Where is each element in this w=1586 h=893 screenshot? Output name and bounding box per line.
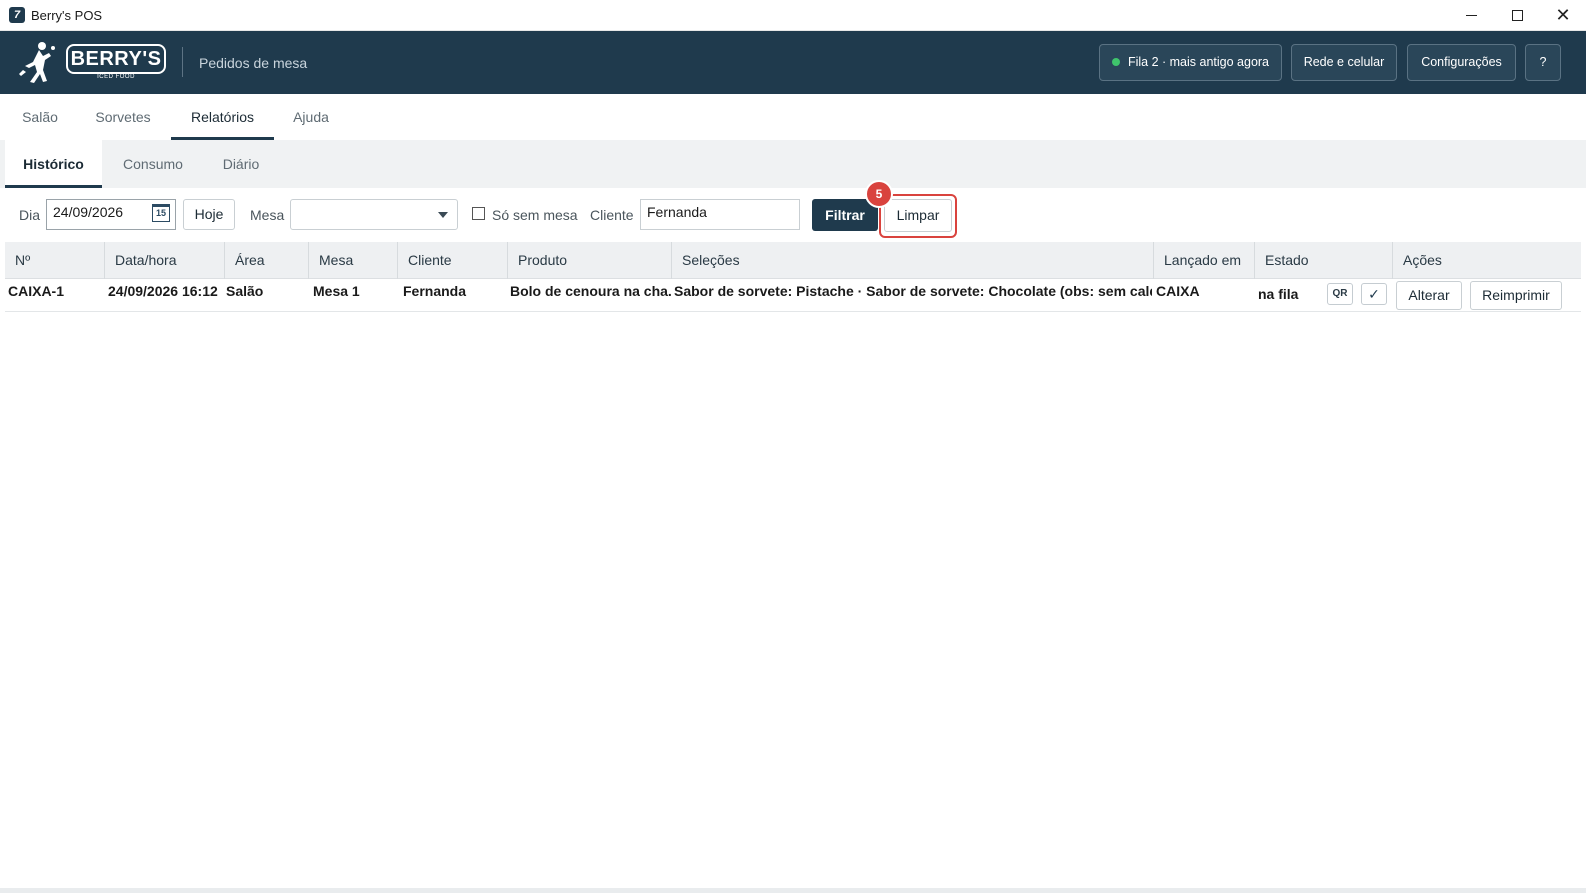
cell-lancado-em: CAIXA xyxy=(1156,283,1200,299)
table-header: Nº Data/hora Área Mesa Cliente Produto S… xyxy=(5,242,1581,279)
client-label: Cliente xyxy=(590,207,634,223)
calendar-icon[interactable]: 15 xyxy=(152,204,170,222)
column-header-estado[interactable]: Estado xyxy=(1254,242,1392,279)
window-title: Berry's POS xyxy=(31,8,103,23)
subtab-historico[interactable]: Histórico xyxy=(5,140,102,188)
brand-logo-subtext: ICED FOOD xyxy=(97,74,135,80)
window-titlebar: 7 Berry's POS ✕ xyxy=(0,0,1586,31)
subtab-label: Consumo xyxy=(123,156,183,172)
minimize-icon xyxy=(1465,15,1477,17)
subtab-label: Histórico xyxy=(23,156,84,172)
cell-area: Salão xyxy=(226,283,264,299)
column-header-selecoes[interactable]: Seleções xyxy=(671,242,1153,279)
column-header-cliente[interactable]: Cliente xyxy=(397,242,507,279)
day-label: Dia xyxy=(19,207,41,223)
cell-produto: Bolo de cenoura na cha... xyxy=(510,283,672,299)
column-header-lancado-em[interactable]: Lançado em xyxy=(1153,242,1254,279)
tab-label: Salão xyxy=(22,109,58,125)
tab-ajuda[interactable]: Ajuda xyxy=(282,94,340,140)
minimize-button[interactable] xyxy=(1448,0,1494,31)
clear-button[interactable]: Limpar xyxy=(884,199,952,232)
tab-label: Sorvetes xyxy=(95,109,151,125)
table-row[interactable]: CAIXA-1 24/09/2026 16:12 Salão Mesa 1 Fe… xyxy=(5,279,1581,312)
queue-status-label: Fila 2 · mais antigo agora xyxy=(1127,55,1270,69)
client-input[interactable]: Fernanda xyxy=(640,199,800,230)
tab-salao[interactable]: Salão xyxy=(10,94,70,140)
main-tabs: Salão Sorvetes Relatórios Ajuda xyxy=(0,94,1586,140)
maximize-button[interactable] xyxy=(1494,0,1540,31)
cell-cliente: Fernanda xyxy=(403,283,467,299)
cell-selecoes: Sabor de sorvete: Pistache · Sabor de so… xyxy=(674,283,1152,299)
tab-relatorios[interactable]: Relatórios xyxy=(171,94,274,140)
column-header-area[interactable]: Área xyxy=(224,242,308,279)
app-icon: 7 xyxy=(9,7,25,23)
page-title: Pedidos de mesa xyxy=(199,55,308,71)
app-header: BERRY'S ICED FOOD Pedidos de mesa Fila 2… xyxy=(0,31,1586,94)
tab-label: Relatórios xyxy=(190,109,255,125)
day-date-input[interactable]: 24/09/2026 15 xyxy=(46,199,176,230)
today-button[interactable]: Hoje xyxy=(183,199,235,230)
subtab-consumo[interactable]: Consumo xyxy=(112,140,194,188)
network-button[interactable]: Rede e celular xyxy=(1291,44,1397,81)
tab-label: Ajuda xyxy=(293,109,329,125)
confirm-check-button[interactable]: ✓ xyxy=(1361,283,1387,305)
close-icon: ✕ xyxy=(1555,5,1571,25)
column-header-mesa[interactable]: Mesa xyxy=(308,242,397,279)
table-select[interactable] xyxy=(290,199,458,230)
cell-numero: CAIXA-1 xyxy=(8,283,65,299)
client-input-value: Fernanda xyxy=(647,204,707,220)
mascot-logo-icon xyxy=(19,42,55,83)
queue-status-button[interactable]: Fila 2 · mais antigo agora xyxy=(1099,44,1282,81)
chevron-down-icon xyxy=(438,212,448,218)
step-badge: 5 xyxy=(865,180,893,208)
column-header-produto[interactable]: Produto xyxy=(507,242,671,279)
help-button[interactable]: ? xyxy=(1525,44,1561,81)
reprint-button[interactable]: Reimprimir xyxy=(1470,281,1562,310)
cell-estado: na fila xyxy=(1258,286,1299,302)
column-header-acoes[interactable]: Ações xyxy=(1392,242,1581,279)
filter-bar: Dia 24/09/2026 15 Hoje Mesa Só sem mesa … xyxy=(0,188,1586,241)
cell-mesa: Mesa 1 xyxy=(313,283,360,299)
column-header-numero[interactable]: Nº xyxy=(5,242,104,279)
qr-button[interactable]: QR xyxy=(1327,283,1353,305)
status-dot-icon xyxy=(1111,57,1120,66)
cell-data-hora: 24/09/2026 16:12 xyxy=(108,283,218,299)
alter-button[interactable]: Alterar xyxy=(1396,281,1462,310)
no-table-checkbox[interactable] xyxy=(472,207,485,220)
tab-sorvetes[interactable]: Sorvetes xyxy=(84,94,162,140)
day-date-value: 24/09/2026 xyxy=(53,204,124,220)
settings-button[interactable]: Configurações xyxy=(1407,44,1516,81)
close-button[interactable]: ✕ xyxy=(1540,0,1586,31)
sub-tabs: Histórico Consumo Diário xyxy=(0,140,1586,188)
column-header-data-hora[interactable]: Data/hora xyxy=(104,242,224,279)
window-bottom-border xyxy=(0,888,1586,893)
no-table-label: Só sem mesa xyxy=(492,207,578,223)
table-label: Mesa xyxy=(250,207,285,223)
subtab-diario[interactable]: Diário xyxy=(210,140,272,188)
subtab-label: Diário xyxy=(222,156,260,172)
maximize-icon xyxy=(1511,10,1523,22)
brand-logo: BERRY'S xyxy=(66,44,166,74)
header-divider xyxy=(182,47,183,77)
